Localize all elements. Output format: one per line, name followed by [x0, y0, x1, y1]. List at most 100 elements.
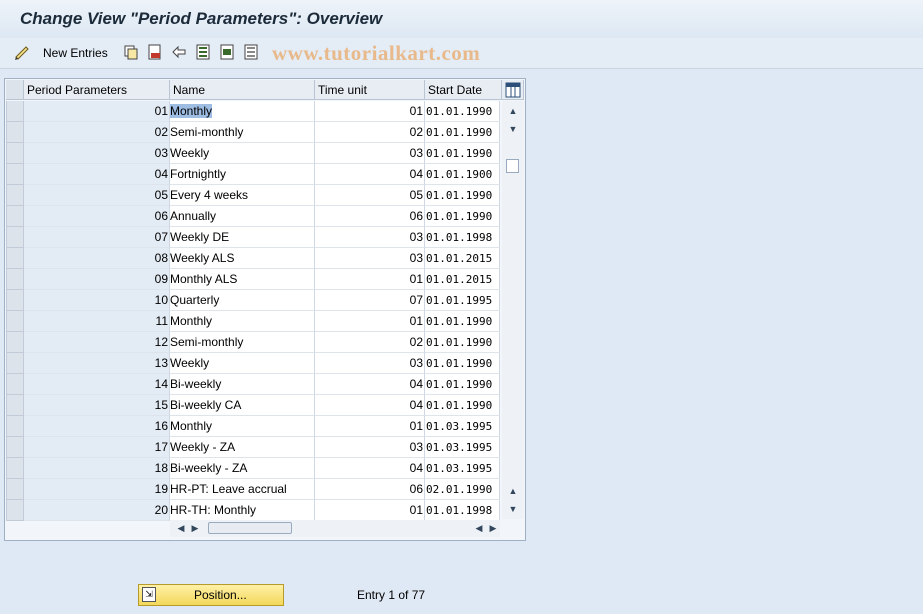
- cell-name[interactable]: Weekly: [170, 143, 315, 164]
- row-selector[interactable]: [6, 164, 24, 185]
- row-selector[interactable]: [6, 374, 24, 395]
- page-up-icon[interactable]: ▲: [505, 483, 521, 499]
- cell-time-unit[interactable]: 03: [315, 227, 425, 248]
- cell-start-date[interactable]: 02.01.1990: [425, 479, 500, 500]
- undo-icon[interactable]: [171, 44, 187, 60]
- cell-start-date[interactable]: 01.01.1900: [425, 164, 500, 185]
- cell-start-date[interactable]: 01.01.1990: [425, 122, 500, 143]
- row-selector[interactable]: [6, 227, 24, 248]
- cell-time-unit[interactable]: 04: [315, 458, 425, 479]
- cell-start-date[interactable]: 01.01.1990: [425, 332, 500, 353]
- cell-time-unit[interactable]: 06: [315, 206, 425, 227]
- position-button[interactable]: ⇲ Position...: [138, 584, 284, 606]
- cell-start-date[interactable]: 01.01.1998: [425, 227, 500, 248]
- cell-time-unit[interactable]: 06: [315, 479, 425, 500]
- scroll-down-icon[interactable]: ▼: [505, 121, 521, 137]
- row-selector[interactable]: [6, 122, 24, 143]
- cell-name[interactable]: Annually: [170, 206, 315, 227]
- cell-name[interactable]: HR-TH: Monthly: [170, 500, 315, 521]
- cell-name[interactable]: Bi-weekly CA: [170, 395, 315, 416]
- row-selector[interactable]: [6, 500, 24, 521]
- row-selector[interactable]: [6, 206, 24, 227]
- row-selector[interactable]: [6, 416, 24, 437]
- row-selector[interactable]: [6, 269, 24, 290]
- select-block-icon[interactable]: [219, 44, 235, 60]
- cell-start-date[interactable]: 01.01.2015: [425, 248, 500, 269]
- cell-start-date[interactable]: 01.01.1990: [425, 143, 500, 164]
- cell-start-date[interactable]: 01.01.1990: [425, 353, 500, 374]
- delete-icon[interactable]: [147, 44, 163, 60]
- cell-name[interactable]: Monthly: [170, 311, 315, 332]
- cell-name[interactable]: Fortnightly: [170, 164, 315, 185]
- row-selector[interactable]: [6, 479, 24, 500]
- cell-name[interactable]: Semi-monthly: [170, 332, 315, 353]
- page-down-icon[interactable]: ▼: [505, 501, 521, 517]
- cell-start-date[interactable]: 01.01.1990: [425, 395, 500, 416]
- cell-start-date[interactable]: 01.01.1995: [425, 290, 500, 311]
- cell-name[interactable]: Monthly: [170, 416, 315, 437]
- cell-name[interactable]: Monthly ALS: [170, 269, 315, 290]
- edit-glasses-icon[interactable]: [14, 44, 30, 60]
- column-header-period-parameters[interactable]: Period Parameters: [24, 80, 170, 100]
- row-selector[interactable]: [6, 437, 24, 458]
- scroll-left-end-icon[interactable]: ◀: [472, 521, 486, 535]
- cell-time-unit[interactable]: 04: [315, 395, 425, 416]
- cell-name[interactable]: HR-PT: Leave accrual: [170, 479, 315, 500]
- row-selector[interactable]: [6, 311, 24, 332]
- cell-name[interactable]: Bi-weekly - ZA: [170, 458, 315, 479]
- cell-name[interactable]: Quarterly: [170, 290, 315, 311]
- cell-start-date[interactable]: 01.01.1990: [425, 311, 500, 332]
- cell-name[interactable]: Semi-monthly: [170, 122, 315, 143]
- row-selector[interactable]: [6, 185, 24, 206]
- cell-time-unit[interactable]: 05: [315, 185, 425, 206]
- column-header-time-unit[interactable]: Time unit: [315, 80, 425, 100]
- cell-time-unit[interactable]: 02: [315, 122, 425, 143]
- row-selector[interactable]: [6, 143, 24, 164]
- column-header-name[interactable]: Name: [170, 80, 315, 100]
- cell-start-date[interactable]: 01.01.2015: [425, 269, 500, 290]
- cell-name[interactable]: Weekly - ZA: [170, 437, 315, 458]
- cell-name[interactable]: Every 4 weeks: [170, 185, 315, 206]
- cell-start-date[interactable]: 01.03.1995: [425, 437, 500, 458]
- scroll-left-icon[interactable]: ◀: [174, 521, 188, 535]
- cell-time-unit[interactable]: 02: [315, 332, 425, 353]
- cell-time-unit[interactable]: 01: [315, 101, 425, 122]
- cell-start-date[interactable]: 01.01.1990: [425, 374, 500, 395]
- new-entries-button[interactable]: New Entries: [43, 46, 108, 60]
- scroll-thumb[interactable]: [506, 159, 519, 173]
- cell-time-unit[interactable]: 01: [315, 269, 425, 290]
- vertical-scrollbar[interactable]: ▲ ▼ ▲ ▼: [502, 101, 524, 519]
- cell-start-date[interactable]: 01.03.1995: [425, 458, 500, 479]
- cell-time-unit[interactable]: 04: [315, 164, 425, 185]
- cell-start-date[interactable]: 01.03.1995: [425, 416, 500, 437]
- cell-start-date[interactable]: 01.01.1990: [425, 206, 500, 227]
- select-all-rows-header[interactable]: [6, 80, 24, 100]
- cell-time-unit[interactable]: 04: [315, 374, 425, 395]
- row-selector[interactable]: [6, 332, 24, 353]
- row-selector[interactable]: [6, 353, 24, 374]
- scroll-right-icon[interactable]: ▶: [188, 521, 202, 535]
- row-selector[interactable]: [6, 458, 24, 479]
- row-selector[interactable]: [6, 290, 24, 311]
- horizontal-scrollbar[interactable]: ◀ ▶ ◀ ▶: [170, 520, 500, 537]
- scroll-up-icon[interactable]: ▲: [505, 103, 521, 119]
- cell-name[interactable]: Weekly: [170, 353, 315, 374]
- select-all-icon[interactable]: [195, 44, 211, 60]
- scroll-right-end-icon[interactable]: ▶: [486, 521, 500, 535]
- cell-name[interactable]: Monthly: [170, 101, 315, 122]
- row-selector[interactable]: [6, 248, 24, 269]
- cell-time-unit[interactable]: 01: [315, 311, 425, 332]
- horizontal-scroll-thumb[interactable]: [208, 522, 292, 534]
- deselect-all-icon[interactable]: [243, 44, 259, 60]
- cell-time-unit[interactable]: 07: [315, 290, 425, 311]
- cell-name[interactable]: Weekly ALS: [170, 248, 315, 269]
- cell-time-unit[interactable]: 01: [315, 416, 425, 437]
- cell-time-unit[interactable]: 03: [315, 353, 425, 374]
- row-selector[interactable]: [6, 101, 24, 122]
- column-header-start-date[interactable]: Start Date: [425, 80, 502, 100]
- cell-name[interactable]: Bi-weekly: [170, 374, 315, 395]
- cell-start-date[interactable]: 01.01.1990: [425, 185, 500, 206]
- cell-time-unit[interactable]: 03: [315, 248, 425, 269]
- copy-icon[interactable]: [123, 44, 139, 60]
- cell-time-unit[interactable]: 01: [315, 500, 425, 521]
